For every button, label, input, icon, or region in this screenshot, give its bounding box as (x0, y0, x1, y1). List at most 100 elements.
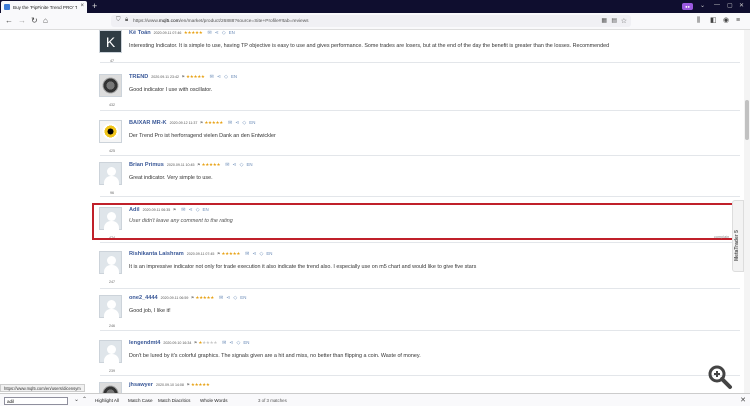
reply-icon[interactable]: ✉ (207, 30, 214, 36)
reviewer-name[interactable]: Kế Toán (129, 30, 151, 36)
review-header: lengendmt4 2020.09.10 16:34 ⚑★★★★★ ✉⋖◇EN (129, 340, 249, 347)
highlight-box (92, 203, 735, 240)
review-date: 2020.09.11 23:42 (151, 75, 179, 79)
reviewer-name[interactable]: lengendmt4 (129, 340, 160, 346)
review-header: jhsawyer 2020.09.10 14:08 ⚑★★★★★ (129, 382, 210, 389)
reviewer-name[interactable]: BAIXAR MR-K (129, 120, 167, 126)
maximize-window-icon[interactable]: ▢ (727, 2, 733, 9)
back-arrow-icon[interactable]: ← (5, 16, 13, 26)
review-header: BAIXAR MR-K 2020.09.12 11:37 ⚑★★★★★ ✉⋖◇EN (129, 120, 255, 127)
tracking-shield-icon[interactable]: ⛉ (116, 17, 121, 24)
reviewer-name[interactable]: TREND (129, 74, 148, 80)
browser-tab[interactable]: Buy the 'PipFinite Trend PRO' T × (1, 1, 87, 13)
tab-close-icon[interactable]: × (80, 3, 84, 9)
zoom-magnifier-icon[interactable] (707, 364, 733, 390)
flag-icon[interactable]: ⚑ (194, 340, 198, 345)
match-case-option[interactable]: Match Case (128, 398, 153, 403)
language-link[interactable]: EN (240, 295, 246, 300)
bookmark-star-icon[interactable]: ☆ (621, 17, 627, 25)
avatar[interactable] (99, 340, 122, 363)
avatar[interactable] (99, 74, 122, 97)
tab-title: Buy the 'PipFinite Trend PRO' T (13, 4, 77, 10)
highlight-all-option[interactable]: Highlight All (95, 398, 119, 403)
share-icon[interactable]: ⋖ (232, 162, 239, 168)
whole-words-option[interactable]: Whole Words (200, 398, 228, 403)
avatar[interactable] (99, 295, 122, 318)
minimize-window-icon[interactable]: — (714, 2, 720, 8)
flag-icon[interactable]: ⚑ (191, 295, 195, 300)
menu-hamburger-icon[interactable]: ≡ (736, 17, 740, 25)
divider (100, 242, 740, 243)
match-diacritics-option[interactable]: Match Diacritics (158, 398, 190, 403)
rating-stars: ★★★★★ (221, 251, 241, 256)
lock-icon[interactable]: 🔒︎ (125, 17, 128, 24)
translate-icon[interactable]: ◇ (224, 74, 231, 80)
home-icon[interactable]: ⌂ (43, 16, 48, 26)
flag-icon[interactable]: ⚑ (217, 251, 221, 256)
review-header: Kế Toán 2020.09.11 07:46 ★★★★★ ✉⋖◇EN (129, 30, 235, 37)
divider (100, 288, 740, 289)
rating-stars: ★★★★★ (185, 74, 205, 79)
avatar[interactable] (99, 251, 122, 274)
close-find-bar-icon[interactable]: ✕ (740, 396, 746, 404)
reviewer-name[interactable]: jhsawyer (129, 382, 153, 388)
divider (100, 196, 740, 197)
find-next-arrow-icon[interactable]: ⌄ (74, 396, 79, 403)
language-link[interactable]: EN (246, 162, 252, 167)
reviewer-name[interactable]: one2_4444 (129, 295, 158, 301)
flag-icon[interactable]: ⚑ (181, 74, 185, 79)
language-link[interactable]: EN (249, 120, 255, 125)
avatar[interactable] (99, 382, 122, 393)
rating-stars: ★★★★★ (190, 382, 210, 387)
page-content: K 47 Kế Toán 2020.09.11 07:46 ★★★★★ ✉⋖◇EN … (0, 30, 744, 393)
new-tab-plus-icon[interactable]: + (92, 1, 97, 12)
reviewer-name[interactable]: Brian Primus (129, 162, 164, 168)
match-count: 3 of 3 matches (258, 397, 287, 403)
reply-icon[interactable]: ✉ (210, 74, 217, 80)
close-window-icon[interactable]: ✕ (739, 2, 744, 9)
profile-avatar-icon[interactable]: ●● (682, 3, 693, 10)
translate-icon[interactable]: ◇ (222, 30, 229, 36)
review-text: Interesting Indicator. It is simple to u… (129, 43, 610, 49)
language-link[interactable]: EN (243, 340, 249, 345)
review-text: It is an impressive indicator not only f… (129, 264, 477, 270)
user-rating: 239 (109, 369, 115, 373)
list-all-tabs-icon[interactable]: ⌄ (700, 2, 705, 9)
mql5-favicon-icon (4, 4, 10, 10)
complain-link[interactable]: complain (714, 235, 729, 239)
avatar[interactable] (99, 162, 122, 185)
share-icon[interactable]: ⋖ (215, 30, 222, 36)
review-header: one2_4444 2020.09.11 06:59 ⚑★★★★★ ✉⋖◇EN (129, 295, 246, 302)
forward-arrow-icon[interactable]: → (18, 16, 26, 26)
share-icon[interactable]: ⋖ (252, 251, 259, 257)
find-previous-arrow-icon[interactable]: ⌃ (82, 396, 87, 403)
qr-code-icon[interactable]: ▦ (601, 17, 607, 24)
flag-icon[interactable]: ⚑ (186, 382, 190, 387)
user-rating: 247 (109, 280, 115, 284)
review-text: Good indicator I use with oscillator. (129, 87, 213, 93)
user-rating: 246 (109, 324, 115, 328)
reader-view-icon[interactable]: ▤ (611, 17, 617, 24)
scrollbar[interactable] (744, 30, 750, 393)
reload-icon[interactable]: ↻ (31, 16, 38, 26)
avatar[interactable]: K (99, 30, 122, 53)
account-icon[interactable]: ◉ (723, 17, 729, 25)
library-icon[interactable]: ⫼ (697, 17, 700, 25)
language-link[interactable]: EN (266, 251, 272, 256)
address-bar[interactable]: ⛉ 🔒︎ https://www.mql5.com/en/market/prod… (111, 15, 631, 27)
avatar[interactable] (99, 120, 122, 143)
review-date: 2020.09.12 11:37 (169, 121, 198, 125)
language-link[interactable]: EN (229, 30, 235, 35)
scrollbar-thumb[interactable] (745, 100, 749, 140)
sidebar-icon[interactable]: ◧ (710, 17, 717, 25)
divider (100, 155, 740, 156)
review-date: 2020.09.11 07:46 (153, 31, 182, 35)
share-icon[interactable]: ⋖ (217, 74, 224, 80)
flag-icon[interactable]: ⚑ (200, 120, 204, 125)
metatrader-side-tab[interactable]: MetaTrader 5 (732, 200, 744, 272)
language-link[interactable]: EN (231, 74, 237, 79)
find-input[interactable]: adil (4, 396, 68, 405)
flag-icon[interactable]: ⚑ (197, 162, 201, 167)
reviewer-name[interactable]: Rishikanta Laishram (129, 251, 184, 257)
find-bar: adil ⌄ ⌃ Highlight All Match Case Match … (0, 393, 750, 406)
